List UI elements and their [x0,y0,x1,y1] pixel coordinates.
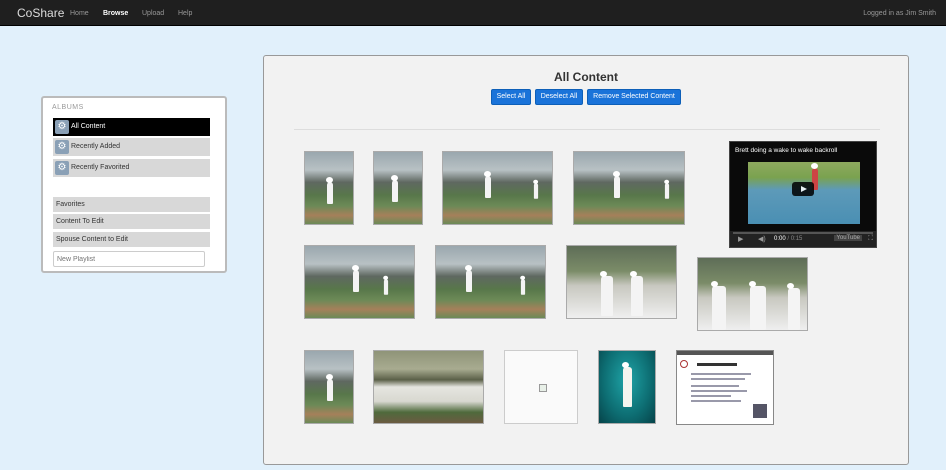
playlist-label: Content To Edit [56,218,104,225]
remove-selected-button[interactable]: Remove Selected Content [587,89,681,105]
person-figure [622,362,632,407]
doc-presenter-image [753,404,767,418]
player-figure [664,179,670,199]
doc-header [677,351,773,355]
video-time: 0:00 / 0:15 [774,236,803,242]
gear-icon: ⚙ [55,161,69,175]
gear-icon: ⚙ [55,120,69,134]
playlist-label: Spouse Content to Edit [56,236,128,243]
photo-thumbnail[interactable] [373,350,484,424]
app-brand[interactable]: CoShare [17,6,64,20]
photo-thumbnail[interactable] [373,151,423,225]
document-thumbnail[interactable] [676,350,774,425]
player-figure [352,265,359,292]
doc-text-line [691,400,741,402]
album-label: Recently Favorited [71,164,130,171]
player-figure [520,275,526,295]
video-player[interactable]: Brett doing a wake to wake backroll ▶ ◀)… [729,141,877,248]
player-figure [326,177,333,204]
playlist-spouse-content[interactable]: Spouse Content to Edit [53,232,210,247]
deselect-all-button[interactable]: Deselect All [535,89,583,105]
doc-text-line [691,395,731,397]
nav-home[interactable]: Home [70,10,89,17]
doc-text-line [691,390,747,392]
playlist-favorites[interactable]: Favorites [53,197,210,212]
divider [294,129,880,130]
playlist-content-to-edit[interactable]: Content To Edit [53,214,210,229]
album-recently-favorited[interactable]: ⚙ Recently Favorited [53,159,210,177]
video-current-time: 0:00 [774,236,786,242]
doc-logo-icon [680,360,688,368]
player-figure [613,171,620,198]
youtube-logo-icon[interactable]: YouTube [834,235,862,241]
logged-in-status: Logged in as Jim Smith [863,10,936,17]
playlist-label: Favorites [56,201,85,208]
broken-image-icon [539,384,547,392]
album-recently-added[interactable]: ⚙ Recently Added [53,138,210,156]
video-controls: ▶ ◀) 0:00 / 0:15 YouTube ⛶ [730,231,876,247]
doc-text-line [691,378,745,380]
video-progress[interactable] [733,232,873,234]
photo-thumbnail[interactable] [304,350,354,424]
photo-thumbnail[interactable] [598,350,656,424]
content-title: All Content [554,70,618,84]
video-total-time: 0:15 [790,236,803,242]
play-button-icon[interactable]: ▶ [738,235,743,243]
photo-thumbnail[interactable] [304,151,354,225]
player-figure [484,171,491,198]
player-figure [465,265,472,292]
player-figure [383,275,389,295]
doc-title-line [697,363,737,366]
player-figure [749,281,766,330]
photo-thumbnail[interactable] [573,151,685,225]
album-label: All Content [71,123,106,130]
player-figure [630,271,643,316]
photo-thumbnail[interactable] [697,257,808,331]
doc-text-line [691,385,739,387]
video-title: Brett doing a wake to wake backroll [735,147,838,154]
player-figure [533,179,539,199]
content-panel: All Content Select All Deselect All Remo… [263,55,909,465]
nav-upload[interactable]: Upload [142,10,164,17]
albums-panel: ALBUMS ⚙ All Content ⚙ Recently Added ⚙ … [41,96,227,273]
new-playlist-input[interactable] [53,251,205,267]
photo-thumbnail[interactable] [566,245,677,319]
play-icon[interactable] [792,182,814,196]
doc-text-line [691,373,751,375]
album-label: Recently Added [71,143,121,150]
albums-heading: ALBUMS [52,104,84,111]
player-figure [600,271,613,316]
album-all-content[interactable]: ⚙ All Content [53,118,210,136]
player-figure [787,283,800,330]
select-all-button[interactable]: Select All [491,89,531,105]
volume-icon[interactable]: ◀) [758,235,766,243]
photo-thumbnail[interactable] [442,151,553,225]
top-navbar: CoShare Home Browse Upload Help Logged i… [0,0,946,26]
player-figure [391,175,398,202]
photo-thumbnail[interactable] [304,245,415,319]
fullscreen-icon[interactable]: ⛶ [868,235,873,243]
gear-icon: ⚙ [55,140,69,154]
broken-image-placeholder[interactable] [504,350,578,424]
nav-browse[interactable]: Browse [103,10,128,17]
nav-help[interactable]: Help [178,10,192,17]
photo-thumbnail[interactable] [435,245,546,319]
player-figure [326,374,333,401]
player-figure [711,281,726,330]
